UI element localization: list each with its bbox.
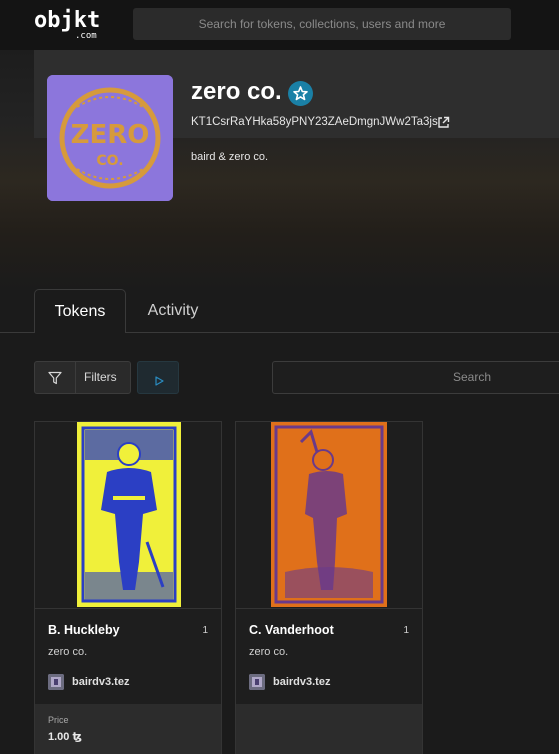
top-navbar: objkt .com Search for tokens, collection… bbox=[0, 0, 559, 50]
logo-sub-text: .com bbox=[75, 31, 97, 41]
token-name[interactable]: C. Vanderhoot bbox=[249, 623, 334, 637]
collection-title: zero co. bbox=[191, 78, 282, 105]
price-value: 1.00 ꜩ bbox=[48, 731, 82, 743]
token-card[interactable]: C. Vanderhoot 1 zero co. bairdv3.tez bbox=[235, 421, 423, 754]
logo-main-text: objkt bbox=[34, 8, 101, 33]
card-divider bbox=[35, 608, 221, 609]
play-icon bbox=[155, 373, 164, 386]
card-footer bbox=[236, 704, 422, 754]
price-label: Price bbox=[48, 715, 69, 725]
global-search-input[interactable]: Search for tokens, collections, users an… bbox=[133, 8, 511, 40]
token-edition-count: 1 bbox=[202, 625, 208, 636]
token-image[interactable] bbox=[77, 422, 181, 607]
external-link-icon[interactable] bbox=[437, 116, 450, 129]
creator-name[interactable]: bairdv3.tez bbox=[273, 676, 330, 688]
token-collection-link[interactable]: zero co. bbox=[249, 646, 288, 658]
card-price-footer: Price 1.00 ꜩ bbox=[35, 704, 221, 754]
token-image-art bbox=[271, 422, 387, 607]
tab-activity[interactable]: Activity bbox=[130, 289, 216, 333]
contract-address-link[interactable]: KT1CsrRaYHka58yPNY23ZAeDmgnJWw2Ta3js bbox=[191, 116, 438, 128]
filters-label: Filters bbox=[84, 370, 117, 384]
token-image[interactable] bbox=[271, 422, 387, 607]
verified-badge-icon bbox=[288, 81, 313, 106]
filters-separator bbox=[75, 362, 76, 393]
token-card[interactable]: B. Huckleby 1 zero co. bairdv3.tez Price… bbox=[34, 421, 222, 754]
tab-tokens[interactable]: Tokens bbox=[34, 289, 126, 333]
creator-avatar[interactable] bbox=[48, 674, 64, 690]
objkt-logo[interactable]: objkt .com bbox=[34, 8, 104, 42]
creator-name[interactable]: bairdv3.tez bbox=[72, 676, 129, 688]
token-collection-link[interactable]: zero co. bbox=[48, 646, 87, 658]
play-button[interactable] bbox=[137, 361, 179, 394]
token-search-input[interactable]: Search bbox=[272, 361, 559, 394]
filter-funnel-icon bbox=[48, 371, 62, 385]
card-divider bbox=[236, 608, 422, 609]
zero-co-logo-image: ZERO CO. bbox=[47, 75, 173, 201]
token-name[interactable]: B. Huckleby bbox=[48, 623, 120, 637]
token-image-art bbox=[77, 422, 181, 607]
filters-button[interactable]: Filters bbox=[34, 361, 131, 394]
avatar-text-bottom: CO. bbox=[96, 153, 123, 169]
avatar-text-top: ZERO bbox=[71, 120, 150, 150]
collection-description: baird & zero co. bbox=[191, 151, 269, 163]
collection-avatar: ZERO CO. bbox=[47, 75, 173, 201]
creator-avatar[interactable] bbox=[249, 674, 265, 690]
token-edition-count: 1 bbox=[403, 625, 409, 636]
